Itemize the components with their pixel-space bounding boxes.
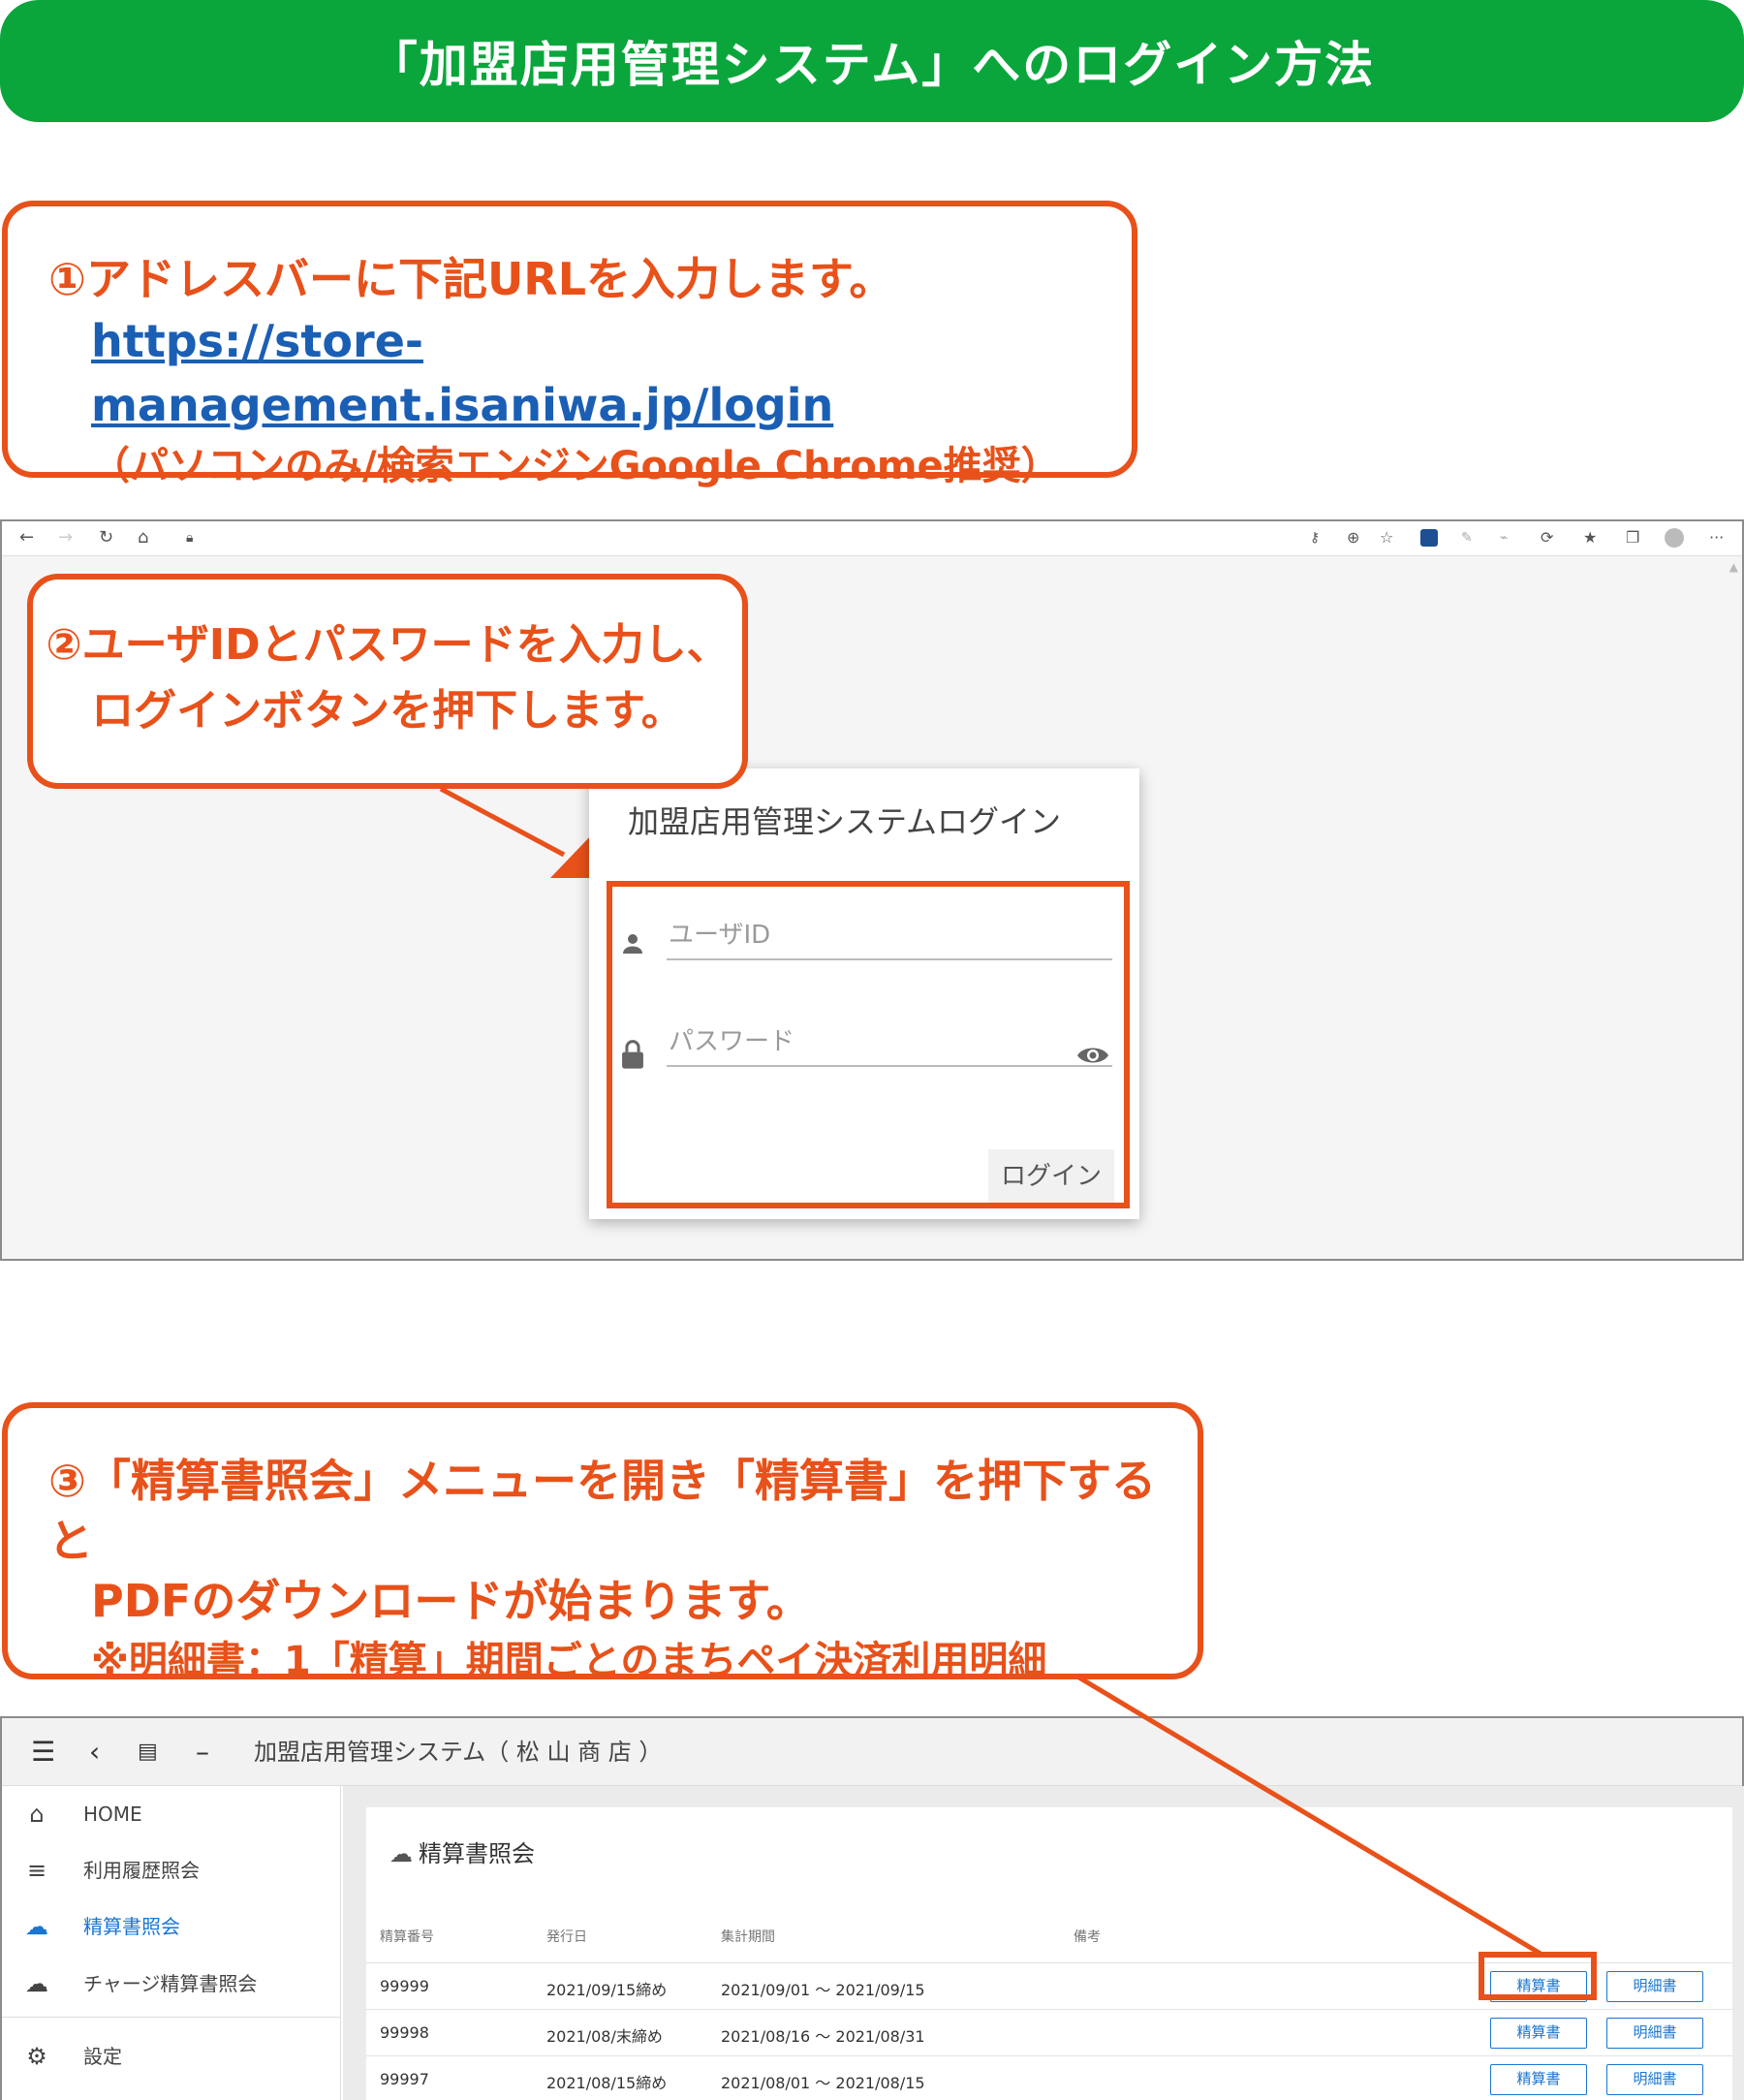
highlight-login-form — [607, 881, 1130, 1208]
key-icon[interactable]: ⚷ — [1310, 527, 1320, 549]
table-row: 99997 2021/08/15締め 2021/08/01 ～ 2021/08/… — [366, 2055, 1732, 2100]
step3-text-line2: PDFのダウンロードが始まります。 — [91, 1575, 811, 1627]
page-title-banner: 「加盟店用管理システム」へのログイン方法 — [0, 0, 1744, 122]
sidebar-item-usage-history[interactable]: ≡ 利用履歴照会 — [2, 1842, 341, 1898]
col-header-number: 精算番号 — [380, 1929, 434, 1945]
step1-note: （パソコンのみ/検索エンジンGoogle Chrome推奨） — [91, 444, 1060, 488]
menu-icon[interactable]: ☰ — [31, 1736, 55, 1769]
detail-button[interactable]: 明細書 — [1606, 2064, 1703, 2095]
login-title: 加盟店用管理システムログイン — [628, 803, 1062, 840]
window-icon[interactable]: ▤ — [138, 1736, 158, 1769]
step3-note: ※明細書：1「精算」期間ごとのまちペイ決済利用明細 — [91, 1639, 1047, 1683]
scroll-up-icon[interactable]: ▲ — [1729, 560, 1738, 574]
step1-callout: ①アドレスバーに下記URLを入力します。 https://store-manag… — [2, 201, 1137, 488]
detail-button[interactable]: 明細書 — [1606, 2018, 1703, 2049]
step3-callout: ③「精算書照会」メニューを開き「精算書」を押下すると PDFのダウンロードが始ま… — [2, 1402, 1203, 1683]
extension-icon[interactable] — [1420, 529, 1438, 547]
cell-period: 2021/08/01 ～ 2021/08/15 — [721, 2074, 925, 2092]
highlight-statement-button — [1479, 1952, 1597, 2000]
statement-button[interactable]: 精算書 — [1490, 2018, 1587, 2049]
sidebar-item-label: 設定 — [83, 2045, 122, 2068]
sidebar: ⌂ HOME ≡ 利用履歴照会 ☁ 精算書照会 ☁ チャージ精算書照会 ⚙ 設定 — [2, 1786, 341, 2100]
sidebar-item-label: HOME — [83, 1802, 142, 1826]
sidebar-item-statement[interactable]: ☁ 精算書照会 — [2, 1898, 341, 1955]
col-header-period: 集計期間 — [721, 1929, 775, 1945]
login-dialog: 加盟店用管理システムログイン ユーザID パスワード ログイン — [589, 768, 1139, 1219]
panel-title: ☁ 精算書照会 — [389, 1836, 535, 1871]
login-url-link[interactable]: https://store-management.isaniwa.jp/logi… — [91, 309, 1132, 437]
sidebar-item-charge-statement[interactable]: ☁ チャージ精算書照会 — [2, 1956, 341, 2012]
detail-button[interactable]: 明細書 — [1606, 1971, 1703, 2002]
sidebar-item-label: 利用履歴照会 — [83, 1859, 200, 1882]
list-icon: ≡ — [26, 1857, 47, 1884]
step2-callout: ②ユーザIDとパスワードを入力し、 ログインボタンを押下します。 — [27, 574, 748, 789]
cloud-download-icon: ☁ — [389, 1840, 413, 1867]
sidebar-item-label: チャージ精算書照会 — [83, 1972, 258, 1995]
cloud-download-icon: ☁ — [25, 1970, 48, 1997]
chevron-left-icon[interactable]: ‹ — [89, 1736, 100, 1769]
reload-icon[interactable]: ↻ — [99, 527, 113, 549]
cell-number: 99997 — [380, 2070, 429, 2088]
col-header-date: 発行日 — [546, 1929, 587, 1945]
main-content: ☁ 精算書照会 精算番号 発行日 集計期間 備考 99999 2021/09/15… — [343, 1786, 1744, 2100]
browser-toolbar: ← → ↻ ⌂ 🔒︎ ⚷ ⊕ ☆ ✎ ⌁ ⟳ ★ ❐ ··· — [2, 521, 1742, 556]
step2-text-line2: ログインボタンを押下します。 — [91, 686, 684, 736]
cell-period: 2021/09/01 ～ 2021/09/15 — [721, 1981, 925, 1999]
panel-title-text: 精算書照会 — [419, 1840, 535, 1867]
cell-date: 2021/08/15締め — [546, 2074, 668, 2092]
extension2-icon[interactable]: ✎ — [1461, 527, 1473, 549]
forward-icon[interactable]: → — [58, 527, 73, 549]
favorite-add-icon[interactable]: ☆ — [1380, 527, 1393, 549]
sidebar-item-home[interactable]: ⌂ HOME — [2, 1786, 341, 1842]
app-window: ☰ ‹ ▤ – 加盟店用管理システム（ 松 山 商 店 ） ⌂ HOME ≡ 利… — [0, 1716, 1744, 2100]
lock-icon: 🔒︎ — [186, 530, 194, 546]
back-icon[interactable]: ← — [19, 527, 34, 549]
more-icon[interactable]: ··· — [1709, 527, 1724, 549]
sidebar-item-settings[interactable]: ⚙ 設定 — [2, 2028, 341, 2084]
statement-button[interactable]: 精算書 — [1490, 2064, 1587, 2095]
favorites-icon[interactable]: ★ — [1583, 527, 1597, 549]
col-header-remarks: 備考 — [1074, 1929, 1101, 1945]
app-title: 加盟店用管理システム（ 松 山 商 店 ） — [254, 1739, 663, 1766]
sidebar-divider — [2, 2017, 341, 2018]
table-row: 99998 2021/08/末締め 2021/08/16 ～ 2021/08/3… — [366, 2009, 1732, 2055]
step3-text-line1: ③「精算書照会」メニューを開き「精算書」を押下すると — [48, 1455, 1156, 1567]
gear-icon: ⚙ — [26, 2043, 47, 2070]
profile-avatar[interactable] — [1665, 528, 1684, 548]
page-title: 「加盟店用管理システム」へのログイン方法 — [368, 37, 1376, 93]
extension4-icon[interactable]: ⟳ — [1541, 527, 1553, 549]
cell-number: 99999 — [380, 1977, 429, 1995]
step2-text-line1: ②ユーザIDとパスワードを入力し、 — [46, 620, 730, 670]
cloud-download-icon: ☁ — [25, 1913, 48, 1940]
step1-text: ①アドレスバーに下記URLを入力します。 — [48, 253, 894, 305]
extension3-icon[interactable]: ⌁ — [1500, 527, 1508, 549]
cell-date: 2021/08/末締め — [546, 2027, 663, 2046]
app-bar: ☰ ‹ ▤ – 加盟店用管理システム（ 松 山 商 店 ） — [2, 1718, 1742, 1786]
sidebar-item-label: 精算書照会 — [83, 1915, 180, 1938]
zoom-icon[interactable]: ⊕ — [1347, 527, 1359, 549]
cell-period: 2021/08/16 ～ 2021/08/31 — [721, 2027, 925, 2046]
cell-date: 2021/09/15締め — [546, 1981, 668, 1999]
home-icon[interactable]: ⌂ — [138, 527, 148, 549]
minimize-icon[interactable]: – — [196, 1736, 209, 1769]
cell-number: 99998 — [380, 2023, 429, 2042]
collections-icon[interactable]: ❐ — [1626, 527, 1639, 549]
home-icon: ⌂ — [29, 1801, 45, 1828]
